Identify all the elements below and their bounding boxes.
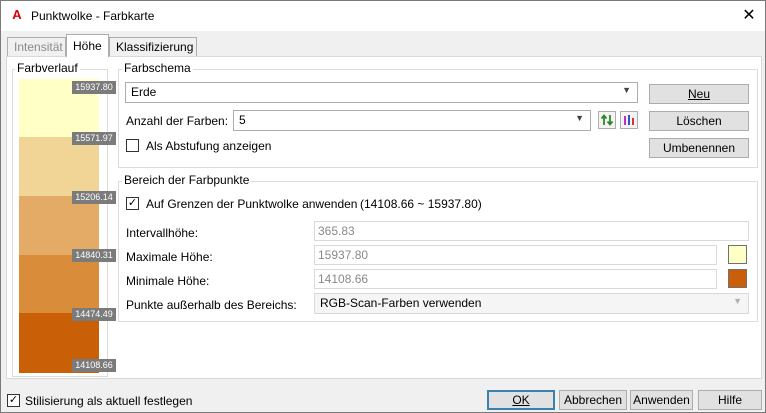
gradient-tick-label: 14474.49 [72, 308, 116, 321]
new-button[interactable]: Neu [649, 84, 749, 104]
reverse-colors-button[interactable] [598, 111, 616, 129]
outside-points-select-value: RGB-Scan-Farben verwenden [320, 296, 482, 310]
gradient-tick-label: 15206.14 [72, 191, 116, 204]
window-title: Punktwolke - Farbkarte [31, 9, 155, 23]
autocad-app-icon: A [12, 7, 22, 22]
outside-points-select[interactable]: RGB-Scan-Farben verwenden ▼ [314, 293, 749, 314]
new-button-label: Neu [687, 87, 710, 101]
outside-points-label: Punkte außerhalb des Bereichs: [126, 298, 297, 312]
color-scheme-group-label: Farbschema [122, 61, 193, 75]
gradient-tick-label: 15571.97 [72, 132, 116, 145]
stylize-current-checkbox[interactable]: ✓ [7, 394, 20, 407]
ok-button[interactable]: OK [487, 390, 555, 410]
min-height-label: Minimale Höhe: [126, 274, 210, 288]
stylize-current-label: Stilisierung als aktuell festlegen [25, 394, 193, 408]
help-button-label: Hilfe [717, 393, 742, 407]
chevron-down-icon: ▼ [575, 113, 584, 123]
color-scheme-select-value: Erde [131, 85, 157, 99]
gradient-tick-label: 14108.66 [72, 359, 116, 372]
gradient-group-label: Farbverlauf [15, 61, 80, 75]
apply-bounds-range: (14108.66 ~ 15937.80) [360, 197, 482, 211]
gradient-tick-label: 15937.80 [72, 81, 116, 94]
min-height-field[interactable]: 14108.66 [314, 269, 717, 289]
apply-bounds-checkbox[interactable]: ✓ [126, 197, 139, 210]
rename-button[interactable]: Umbenennen [649, 138, 749, 158]
color-bars-icon [624, 115, 634, 125]
dialog-window: A Punktwolke - Farbkarte ✕ Intensität Hö… [0, 0, 766, 413]
title-bar: A Punktwolke - Farbkarte ✕ [1, 1, 765, 31]
cancel-button-label: Abbrechen [563, 393, 623, 407]
color-count-select[interactable]: 5 ▼ [233, 110, 591, 131]
help-button[interactable]: Hilfe [698, 390, 762, 410]
ok-button-label: OK [512, 393, 530, 407]
edit-colors-button[interactable] [620, 111, 638, 129]
interval-height-label: Intervallhöhe: [126, 226, 199, 240]
tab-classification[interactable]: Klassifizierung [109, 37, 197, 57]
delete-button[interactable]: Löschen [649, 111, 749, 131]
interval-height-field[interactable]: 365.83 [314, 221, 749, 241]
color-count-select-value: 5 [239, 113, 246, 127]
delete-button-label: Löschen [676, 114, 722, 128]
show-steps-label: Als Abstufung anzeigen [146, 139, 272, 153]
swap-arrows-icon [600, 114, 614, 126]
apply-bounds-label: Auf Grenzen der Punktwolke anwenden [146, 197, 358, 211]
show-steps-checkbox[interactable] [126, 139, 139, 152]
close-icon[interactable]: ✕ [739, 6, 759, 26]
tab-intensity[interactable]: Intensität [7, 37, 66, 57]
point-range-group-label: Bereich der Farbpunkte [122, 173, 252, 187]
chevron-down-icon: ▼ [622, 85, 631, 95]
max-color-swatch[interactable] [728, 245, 747, 264]
cancel-button[interactable]: Abbrechen [559, 390, 627, 410]
apply-button-label: Anwenden [633, 393, 690, 407]
gradient-segment [19, 196, 99, 255]
gradient-legend: 15937.80 15571.97 15206.14 14840.31 1447… [19, 79, 116, 373]
color-scheme-select[interactable]: Erde ▼ [125, 82, 638, 103]
gradient-segment [19, 137, 99, 196]
chevron-down-icon: ▼ [733, 296, 742, 306]
gradient-tick-label: 14840.31 [72, 249, 116, 262]
gradient-segment [19, 255, 99, 313]
rename-button-label: Umbenennen [662, 141, 736, 155]
apply-button[interactable]: Anwenden [630, 390, 693, 410]
tab-height[interactable]: Höhe [66, 34, 109, 57]
color-count-label: Anzahl der Farben: [126, 114, 229, 128]
max-height-label: Maximale Höhe: [126, 250, 213, 264]
min-color-swatch[interactable] [728, 269, 747, 288]
max-height-field[interactable]: 15937.80 [314, 245, 717, 265]
